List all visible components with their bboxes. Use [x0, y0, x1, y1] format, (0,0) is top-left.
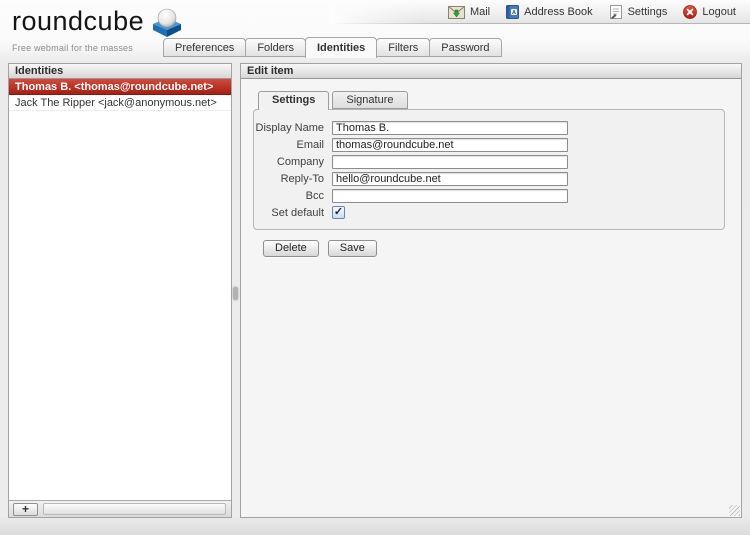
app-logo: roundcube Free webmail for the masses [12, 7, 184, 53]
email-label: Email [254, 139, 332, 151]
logo-tagline: Free webmail for the masses [12, 43, 184, 53]
taskbar-mail-label: Mail [470, 6, 490, 18]
save-button[interactable]: Save [328, 240, 377, 257]
identities-footer: + [9, 500, 231, 517]
tab-identity-signature[interactable]: Signature [332, 91, 407, 109]
bcc-input[interactable] [332, 189, 568, 203]
bcc-label: Bcc [254, 190, 332, 202]
logout-icon [683, 5, 697, 19]
display-name-input[interactable] [332, 121, 568, 135]
edit-item-title: Edit item [241, 64, 741, 79]
tab-identity-settings[interactable]: Settings [258, 91, 329, 110]
identities-footer-bar [43, 503, 226, 515]
reply-to-label: Reply-To [254, 173, 332, 185]
add-identity-button[interactable]: + [13, 503, 38, 516]
taskbar-logout-label: Logout [702, 6, 736, 18]
tab-preferences[interactable]: Preferences [163, 38, 246, 57]
form-row-reply-to: Reply-To [254, 170, 724, 187]
svg-text:A: A [512, 10, 516, 16]
resize-grip-icon[interactable] [729, 505, 740, 516]
identities-panel: Identities Thomas B. <thomas@roundcube.n… [8, 63, 232, 518]
tab-folders[interactable]: Folders [245, 38, 306, 57]
form-row-email: Email [254, 136, 724, 153]
reply-to-input[interactable] [332, 172, 568, 186]
email-input[interactable] [332, 138, 568, 152]
edit-area: Settings Signature Display Name Email Co… [241, 79, 741, 257]
set-default-checkbox[interactable]: ✓ [332, 206, 345, 219]
identity-row-jack[interactable]: Jack The Ripper <jack@anonymous.net> [9, 95, 231, 111]
taskbar-address-book[interactable]: A Address Book [506, 5, 592, 19]
taskbar-logout[interactable]: Logout [683, 5, 736, 19]
company-input[interactable] [332, 155, 568, 169]
identity-row-thomas[interactable]: Thomas B. <thomas@roundcube.net> [9, 79, 231, 95]
company-label: Company [254, 156, 332, 168]
taskbar-address-book-label: Address Book [524, 6, 592, 18]
edit-item-panel: Edit item Settings Signature Display Nam… [240, 63, 742, 518]
logo-wordmark: roundcube [12, 7, 144, 35]
settings-tabs: Preferences Folders Identities Filters P… [163, 37, 502, 57]
tab-filters[interactable]: Filters [376, 38, 430, 57]
taskbar-mail[interactable]: Mail [448, 6, 490, 19]
mail-icon [448, 6, 465, 19]
set-default-label: Set default [254, 207, 332, 219]
edit-tabs: Settings Signature [258, 91, 727, 109]
identities-panel-title: Identities [9, 64, 231, 79]
panel-splitter-handle[interactable] [233, 287, 238, 300]
checkmark-icon: ✓ [334, 207, 343, 218]
top-taskbar: Mail A Address Book Settings [330, 0, 750, 24]
address-book-icon: A [506, 5, 519, 19]
settings-icon [609, 5, 623, 19]
form-row-set-default: Set default ✓ [254, 204, 724, 221]
identity-form: Display Name Email Company Reply-To Bcc … [253, 109, 725, 230]
taskbar-settings-label: Settings [628, 6, 668, 18]
form-row-display-name: Display Name [254, 119, 724, 136]
tab-password[interactable]: Password [429, 38, 501, 57]
form-row-company: Company [254, 153, 724, 170]
display-name-label: Display Name [254, 122, 332, 134]
delete-button[interactable]: Delete [263, 240, 319, 257]
form-buttons: Delete Save [263, 240, 727, 257]
tab-identities[interactable]: Identities [305, 37, 377, 58]
form-row-bcc: Bcc [254, 187, 724, 204]
taskbar-settings[interactable]: Settings [609, 5, 668, 19]
